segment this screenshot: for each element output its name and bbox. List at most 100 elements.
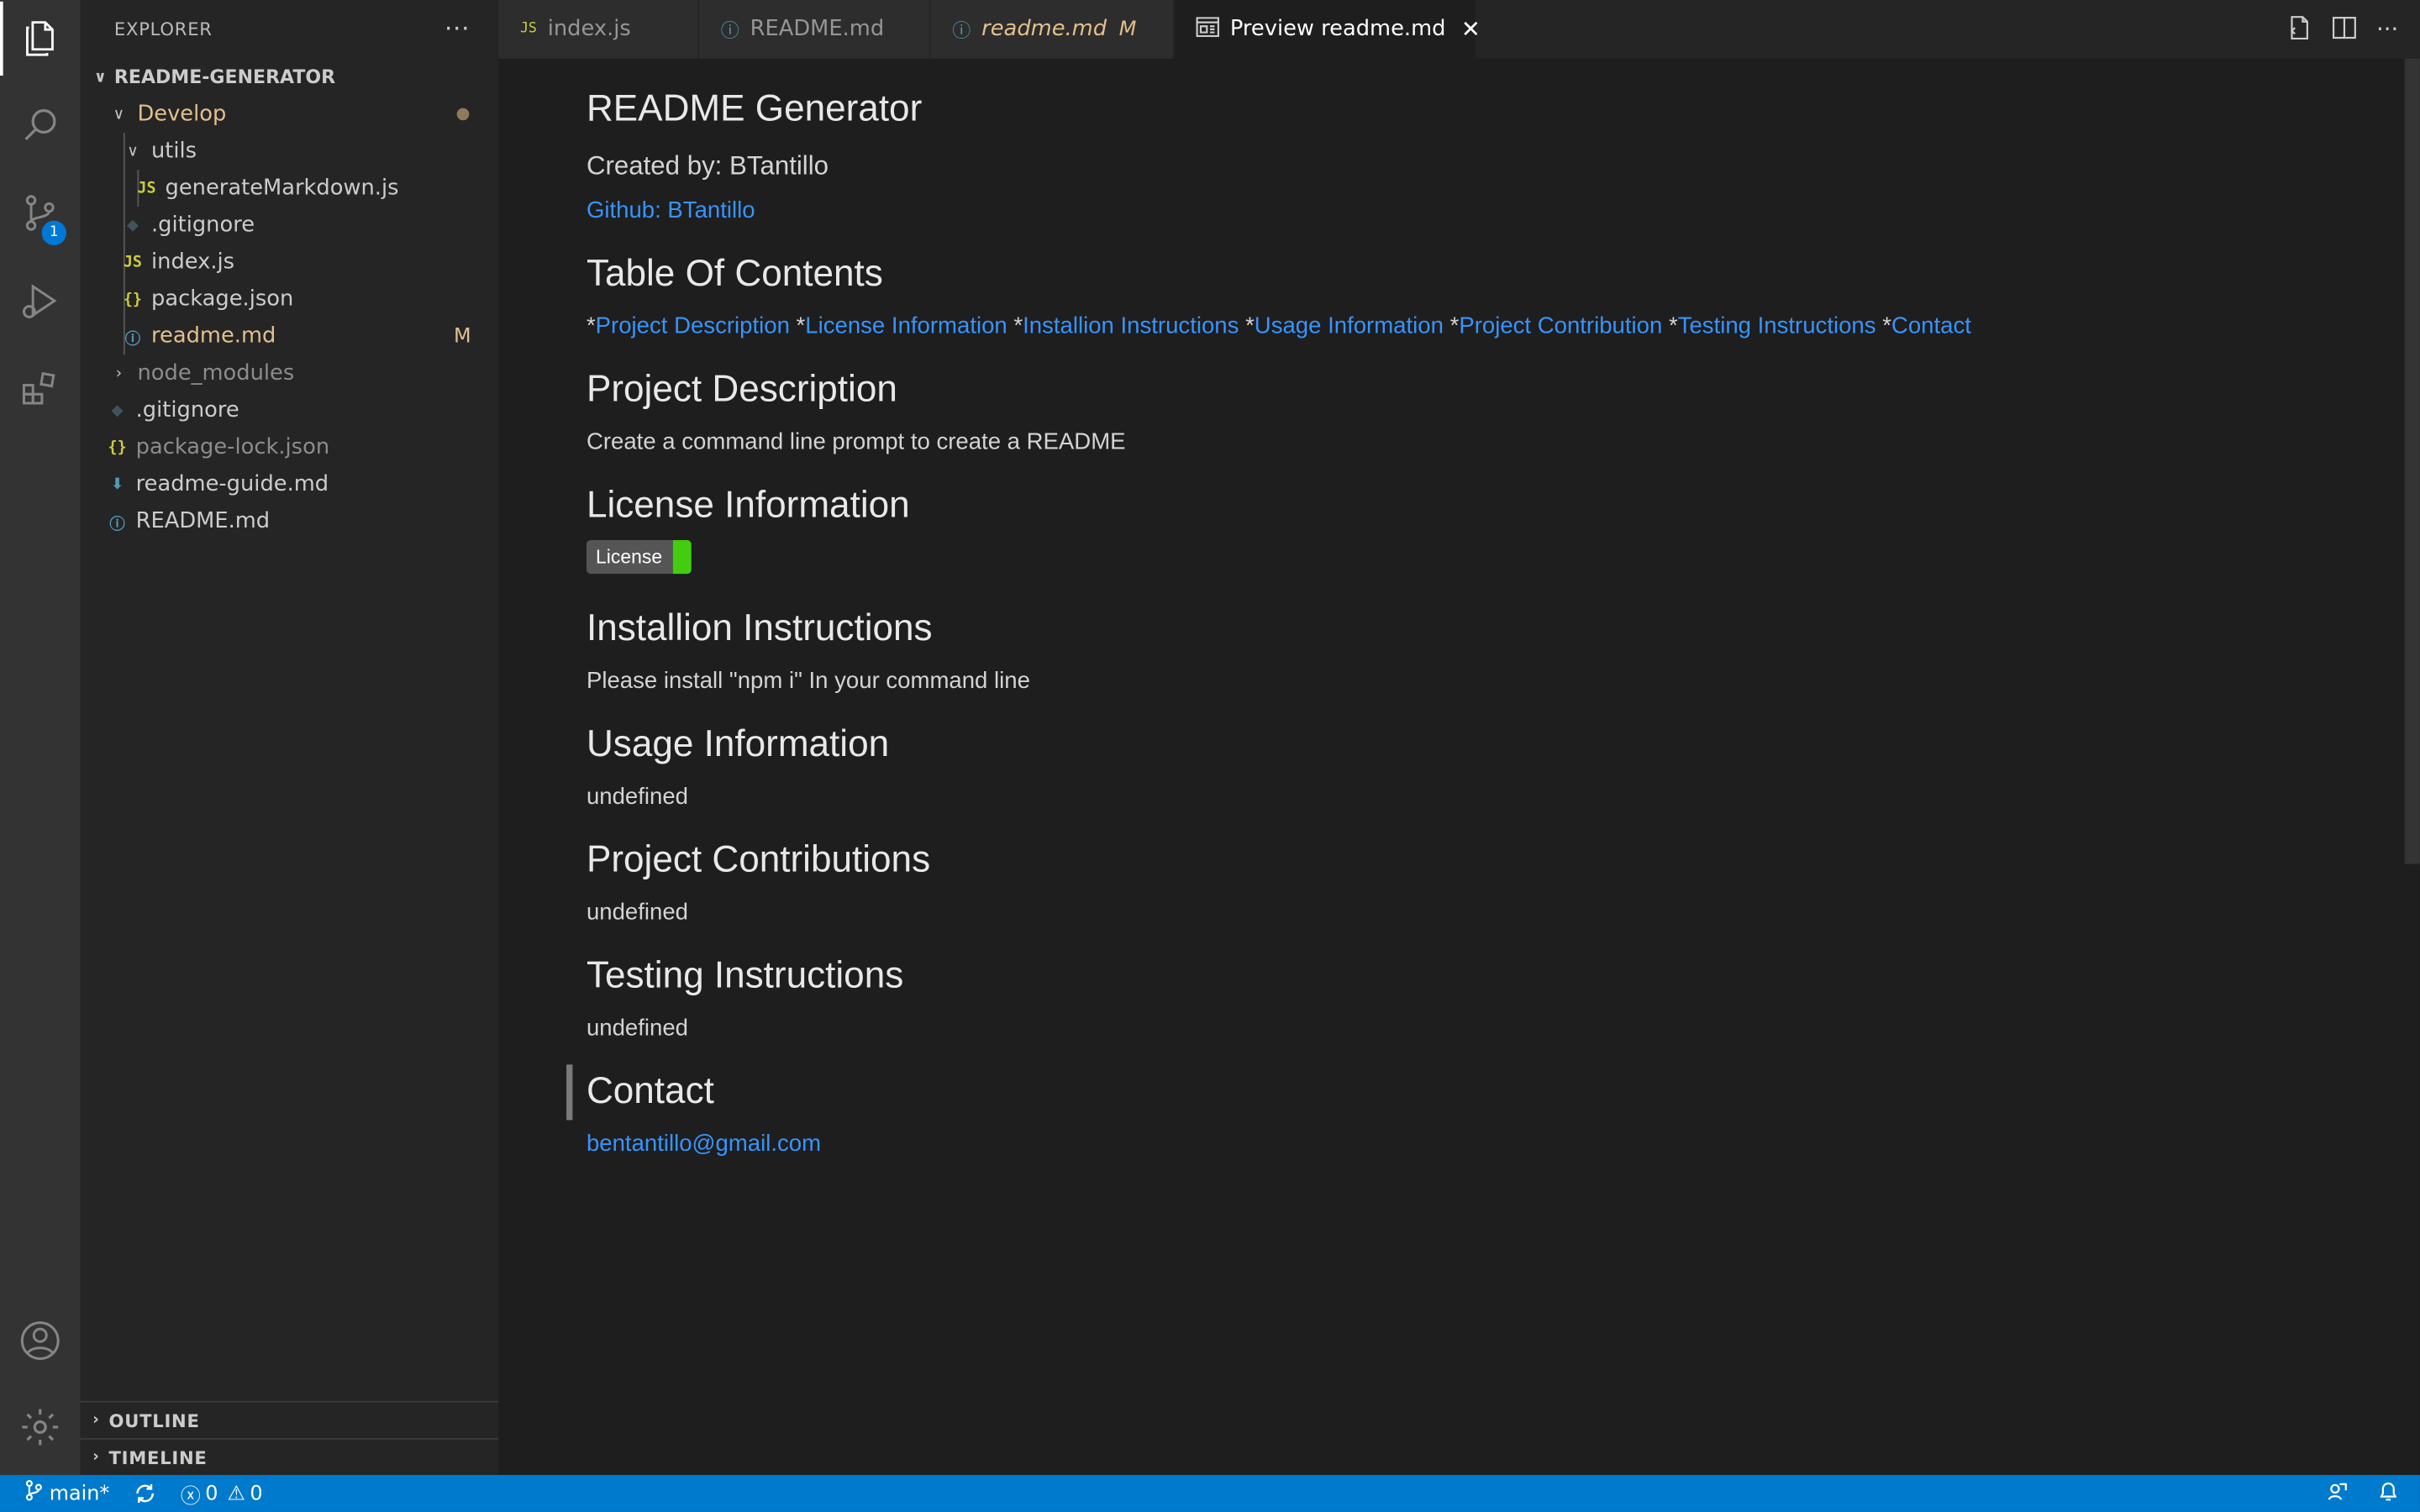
js-file-icon: JS: [519, 21, 537, 38]
file-tree: ∨ README-GENERATOR ∨ Develop ∨ utils JS …: [81, 59, 499, 540]
json-file-icon: {}: [123, 291, 143, 308]
tab-preview-readme[interactable]: Preview readme.md ✕: [1174, 0, 1481, 59]
created-by: Created by: BTantillo: [586, 150, 829, 181]
error-icon: ⓧ: [180, 1484, 201, 1509]
chevron-down-icon: ∨: [93, 68, 107, 86]
activity-bar: 1: [0, 0, 81, 1475]
explorer-header: EXPLORER ···: [81, 0, 499, 59]
usage-text: undefined: [586, 784, 688, 811]
tree-item-package-lock[interactable]: {} package-lock.json: [81, 429, 499, 466]
modified-status: M: [453, 324, 471, 349]
toc-link-description[interactable]: Project Description: [596, 313, 790, 339]
more-actions-icon[interactable]: ···: [2376, 15, 2398, 46]
tree-item-gitignore[interactable]: ◆ .gitignore: [81, 207, 499, 244]
editor-tabs: JS index.js ⓘ README.md ⓘ readme.md M Pr…: [498, 0, 2420, 59]
feedback-icon[interactable]: [2326, 1481, 2348, 1509]
tree-item-package-json[interactable]: {} package.json: [81, 281, 499, 318]
tab-readme-upper[interactable]: ⓘ README.md: [699, 0, 931, 59]
github-link[interactable]: Github: BTantillo: [587, 197, 755, 223]
contributions-text: undefined: [586, 899, 688, 927]
toc-link-contribution[interactable]: Project Contribution: [1459, 313, 1662, 339]
contact-heading: Contact: [586, 1070, 714, 1113]
warning-icon: ⚠: [227, 1482, 245, 1505]
git-file-icon: ◆: [126, 217, 139, 234]
js-file-icon: JS: [123, 254, 143, 271]
account-icon[interactable]: [0, 1304, 81, 1378]
modified-indicator: M: [1118, 18, 1137, 41]
tree-item-index-js[interactable]: JS index.js: [81, 244, 499, 281]
extensions-icon[interactable]: [0, 352, 81, 426]
outline-section[interactable]: › OUTLINE: [80, 1400, 499, 1438]
markdown-download-icon: ⬇: [110, 475, 124, 493]
tree-item-utils[interactable]: ∨ utils: [81, 133, 499, 170]
license-badge: License: [586, 539, 692, 575]
tree-item-readme-guide[interactable]: ⬇ readme-guide.md: [81, 466, 499, 503]
usage-heading: Usage Information: [586, 723, 890, 766]
toc-link-contact[interactable]: Contact: [1891, 313, 1971, 339]
testing-heading: Testing Instructions: [586, 954, 904, 997]
tree-item-develop[interactable]: ∨ Develop: [81, 96, 499, 133]
timeline-section[interactable]: › TIMELINE: [80, 1437, 499, 1475]
git-branch-icon: [24, 1479, 43, 1507]
explorer-sidebar: EXPLORER ··· ∨ README-GENERATOR ∨ Develo…: [80, 0, 499, 1475]
testing-text: undefined: [586, 1015, 688, 1042]
installation-text: Please install "npm i" In your command l…: [586, 668, 1030, 695]
sync-icon[interactable]: [134, 1483, 156, 1504]
tab-readme-lower[interactable]: ⓘ readme.md M: [930, 0, 1175, 59]
explorer-icon[interactable]: [0, 1, 81, 76]
info-file-icon: ⓘ: [952, 18, 971, 41]
source-control-icon[interactable]: 1: [0, 176, 81, 249]
branch-indicator[interactable]: main*: [24, 1479, 109, 1507]
json-file-icon: {}: [108, 438, 127, 456]
js-file-icon: JS: [137, 179, 156, 197]
modified-dot-icon: [456, 108, 470, 121]
search-icon[interactable]: [0, 88, 81, 162]
problems-indicator[interactable]: ⓧ 0 ⚠ 0: [181, 1478, 263, 1508]
tree-item-readme-upper[interactable]: ⓘ README.md: [81, 503, 499, 540]
markdown-preview: README Generator Created by: BTantillo G…: [498, 58, 2420, 1475]
readme-title: README Generator: [586, 87, 923, 130]
open-source-icon[interactable]: [2286, 15, 2311, 46]
description-heading: Project Description: [586, 368, 897, 411]
more-actions-icon[interactable]: ···: [445, 14, 470, 44]
toc-list: *Project Description *License Informatio…: [586, 312, 1971, 340]
notifications-bell-icon[interactable]: [2378, 1481, 2398, 1509]
contributions-heading: Project Contributions: [586, 839, 931, 881]
toc-link-license[interactable]: License Information: [805, 313, 1007, 339]
contact-email[interactable]: bentantillo@gmail.com: [587, 1131, 821, 1157]
chevron-right-icon: ›: [92, 1411, 100, 1429]
tab-index-js[interactable]: JS index.js: [498, 0, 700, 59]
workspace-root[interactable]: ∨ README-GENERATOR: [81, 59, 499, 96]
status-bar: main* ⓧ 0 ⚠ 0: [0, 1474, 2420, 1512]
toc-heading: Table Of Contents: [586, 253, 883, 295]
tree-item-root-gitignore[interactable]: ◆ .gitignore: [81, 392, 499, 429]
toc-link-testing[interactable]: Testing Instructions: [1678, 313, 1876, 339]
toc-link-installation[interactable]: Installion Instructions: [1023, 313, 1239, 339]
installation-heading: Installion Instructions: [586, 607, 933, 650]
description-text: Create a command line prompt to create a…: [586, 428, 1126, 455]
split-editor-icon[interactable]: [2332, 15, 2356, 46]
license-heading: License Information: [586, 484, 910, 527]
explorer-title: EXPLORER: [113, 18, 213, 40]
tree-item-generatemarkdown[interactable]: JS generateMarkdown.js: [81, 170, 499, 207]
chevron-right-icon: ›: [92, 1448, 100, 1466]
source-control-badge: 1: [41, 220, 66, 246]
info-file-icon: ⓘ: [124, 330, 141, 349]
chevron-down-icon: ∨: [127, 142, 139, 160]
tree-item-readme-md[interactable]: ⓘ readme.md M: [81, 318, 499, 354]
chevron-down-icon: ∨: [113, 105, 125, 123]
chevron-right-icon: ›: [115, 365, 123, 382]
preview-icon: [1196, 16, 1219, 42]
git-file-icon: ◆: [111, 402, 124, 419]
info-file-icon: ⓘ: [720, 18, 739, 41]
info-file-icon: ⓘ: [109, 516, 125, 533]
close-tab-icon[interactable]: ✕: [1461, 15, 1481, 43]
tree-item-node-modules[interactable]: › node_modules: [81, 354, 499, 391]
settings-gear-icon[interactable]: [0, 1390, 81, 1464]
selection-indicator: [566, 1064, 573, 1121]
editor-actions: ···: [2286, 15, 2398, 46]
toc-link-usage[interactable]: Usage Information: [1255, 313, 1444, 339]
status-bar-right: [2326, 1481, 2398, 1509]
run-debug-icon[interactable]: [0, 264, 81, 338]
scrollbar[interactable]: [2404, 58, 2420, 864]
